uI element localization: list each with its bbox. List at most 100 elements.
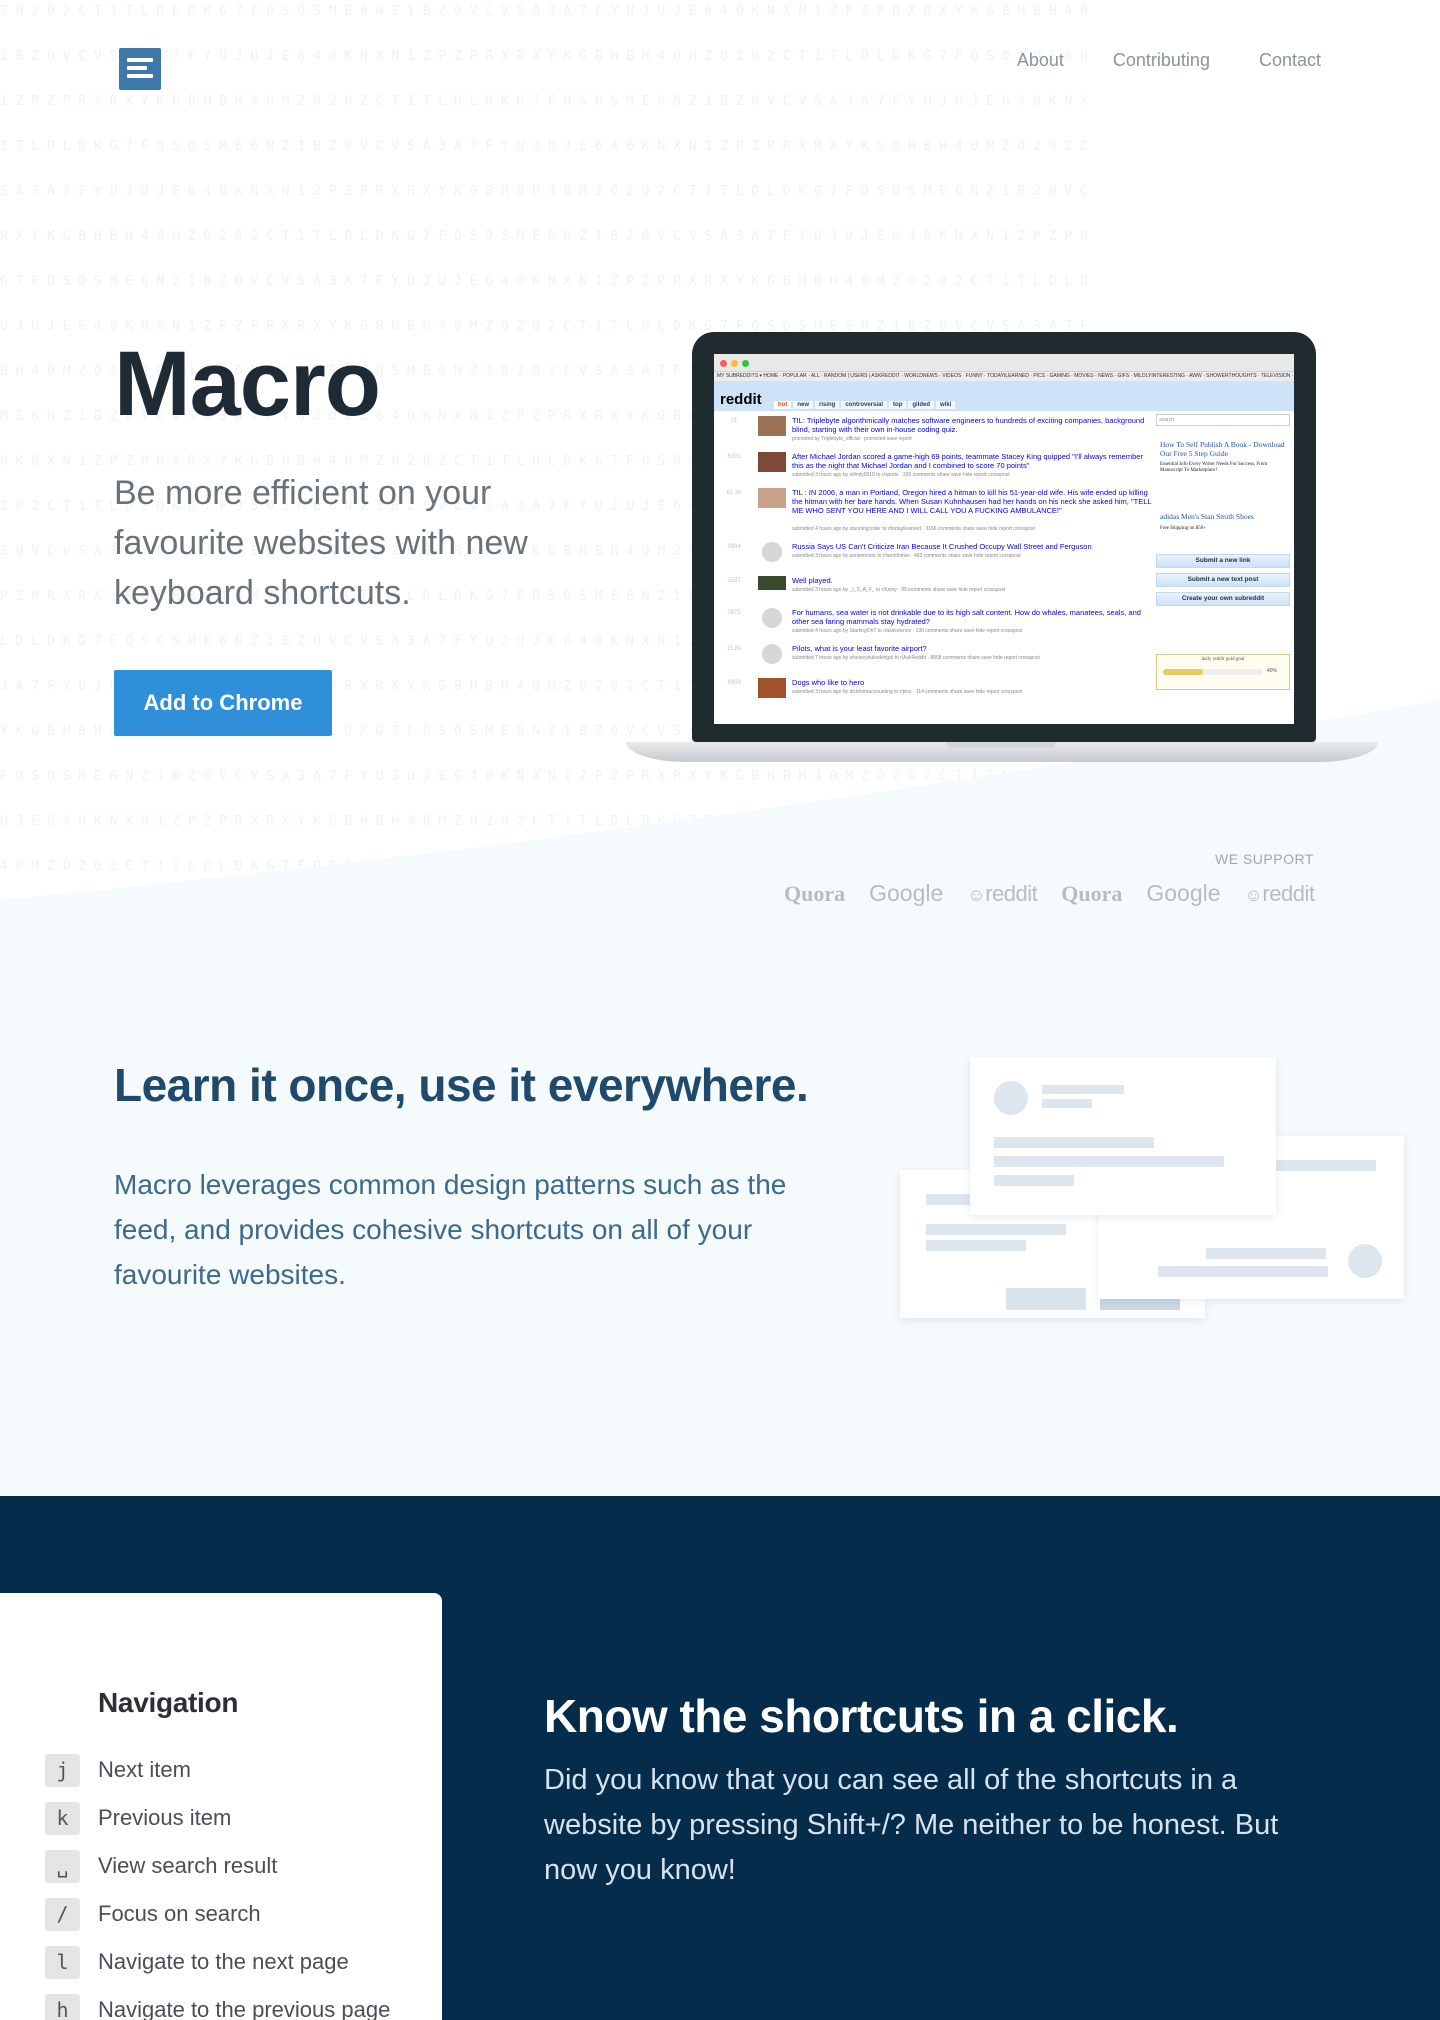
post-meta: submitted 3 hours ago by anniemoore to r…	[792, 553, 1021, 559]
feed-card	[970, 1057, 1276, 1215]
link-thumbnail-icon	[762, 542, 782, 562]
post-rank: 61.3k	[726, 490, 742, 496]
reddit-wordmark: reddit	[985, 881, 1038, 906]
post-rank: 4959	[727, 680, 741, 686]
post-meta: submitted 3 hours ago by dickfromaccount…	[792, 689, 1023, 695]
laptop-base	[626, 742, 1378, 762]
learn-once-heading: Learn it once, use it everywhere.	[114, 1059, 809, 1111]
laptop-screen: MY SUBREDDITS ▾ HOME · POPULAR · ALL · R…	[714, 354, 1294, 724]
shortcut-description: View search result	[98, 1853, 278, 1878]
shortcuts-panel: Navigation j Next item k Previous item ␣…	[0, 1593, 442, 2020]
minimize-dot-icon	[731, 360, 738, 367]
reddit-tab: gilded	[908, 401, 935, 409]
hero-subtitle: Be more efficient on your favourite webs…	[114, 474, 528, 612]
placeholder-bar	[994, 1175, 1074, 1186]
placeholder-bar	[1042, 1099, 1092, 1108]
gold-progress-fill	[1163, 669, 1203, 675]
shortcut-row: / Focus on search	[45, 1897, 261, 1931]
shortcut-row: h Navigate to the previous page	[45, 1993, 390, 2020]
shortcut-row: l Navigate to the next page	[45, 1945, 349, 1979]
close-dot-icon	[720, 360, 727, 367]
reddit-tab: hot	[774, 401, 792, 409]
key-cap: j	[45, 1753, 80, 1787]
reddit-sidebar: search How To Self Publish A Book - Down…	[1156, 414, 1290, 720]
shortcut-description: Next item	[98, 1757, 191, 1782]
shortcut-description: Navigate to the next page	[98, 1949, 349, 1974]
nav-about-link[interactable]: About	[1017, 50, 1064, 71]
key-cap: /	[45, 1897, 80, 1931]
laptop-mockup: MY SUBREDDITS ▾ HOME · POPULAR · ALL · R…	[626, 332, 1378, 764]
gold-progress-track	[1163, 669, 1263, 675]
we-support-label: WE SUPPORT	[1215, 851, 1314, 867]
post-meta: submitted 4 hours ago by StartingOnT to …	[792, 628, 1023, 634]
post-meta: submitted 3 hours ago by _I_S_A_F_ to r/…	[792, 587, 1006, 593]
add-to-chrome-button[interactable]: Add to Chrome	[114, 670, 332, 736]
key-cap: ␣	[45, 1849, 80, 1883]
text-thumbnail-icon	[762, 608, 782, 628]
placeholder-bar	[1206, 1248, 1326, 1259]
shortcuts-text: Did you know that you can see all of the…	[544, 1764, 1279, 1886]
nav-contact-link[interactable]: Contact	[1259, 50, 1321, 71]
shortcut-row: k Previous item	[45, 1801, 231, 1835]
shortcut-row: j Next item	[45, 1753, 191, 1787]
shortcut-row: ␣ View search result	[45, 1849, 277, 1883]
reddit-alien-icon: ☺	[967, 885, 986, 905]
reddit-logo: ☺reddit	[967, 881, 1037, 907]
placeholder-bar	[1276, 1160, 1376, 1171]
post-title: After Michael Jordan scored a game-high …	[792, 452, 1143, 470]
shortcut-description: Focus on search	[98, 1901, 261, 1926]
ad2-text: Free Shipping on $50+	[1160, 526, 1207, 531]
post-thumbnail	[758, 678, 786, 698]
reddit-wordmark: reddit	[1262, 881, 1315, 906]
post-title: Russia Says US Can't Criticize Iran Beca…	[792, 542, 1092, 551]
post-thumbnail	[758, 488, 786, 508]
top-nav: About Contributing Contact	[1017, 50, 1321, 71]
learn-once-section: Learn it once, use it everywhere. Macro …	[0, 960, 1440, 1496]
reddit-tab: top	[889, 401, 907, 409]
quora-logo: Quora	[1061, 881, 1123, 906]
post-rank: 3587	[727, 578, 741, 584]
post-rank: 3975	[727, 610, 741, 616]
key-cap: h	[45, 1993, 80, 2020]
key-cap: k	[45, 1801, 80, 1835]
nav-contributing-link[interactable]: Contributing	[1113, 50, 1210, 71]
post-meta: submitted 3 hours ago by infinity0010 to…	[792, 472, 1010, 478]
gold-goal-box: daily reddit gold goal 40%	[1156, 654, 1290, 690]
post-rank: 8101	[727, 454, 741, 460]
reddit-tab: new	[793, 401, 813, 409]
reddit-search-input: search	[1156, 414, 1290, 426]
placeholder-bar	[994, 1156, 1224, 1167]
reddit-tabs: hot new rising controversial top gilded …	[774, 401, 956, 409]
post-title: TIL : IN 2006, a man in Portland, Oregon…	[792, 488, 1152, 515]
reddit-header: reddit hot new rising controversial top …	[714, 381, 1294, 411]
reddit-tab: rising	[815, 401, 840, 409]
post-title: Pilots, what is your least favorite airp…	[792, 644, 927, 653]
supported-sites-logos: Quora Google ☺reddit Quora Google ☺reddi…	[784, 880, 1338, 907]
post-thumbnail	[758, 416, 786, 436]
post-title: Well played.	[792, 576, 833, 585]
create-subreddit-button: Create your own subreddit	[1156, 592, 1290, 606]
text-thumbnail-icon	[762, 644, 782, 664]
placeholder-bar	[994, 1137, 1154, 1148]
placeholder-button	[1006, 1288, 1086, 1310]
key-cap: l	[45, 1945, 80, 1979]
post-meta: submitted 4 hours ago by stunningcoder t…	[792, 526, 1035, 532]
shortcuts-section: Navigation j Next item k Previous item ␣…	[0, 1496, 1440, 2020]
avatar-placeholder	[1348, 1244, 1382, 1278]
browser-titlebar	[714, 354, 1294, 372]
submit-text-button: Submit a new text post	[1156, 573, 1290, 587]
post-thumbnail	[758, 452, 786, 472]
shortcut-description: Previous item	[98, 1805, 232, 1830]
post-rank: 11.8k	[726, 646, 742, 652]
reddit-logo: ☺reddit	[1245, 881, 1315, 907]
macro-logo-icon[interactable]	[119, 48, 161, 90]
post-meta: promoted by Triplebyte_official · promot…	[792, 436, 912, 442]
ad2-title: adidas Men's Stan Smith Shoes	[1160, 512, 1254, 521]
shortcuts-panel-heading: Navigation	[98, 1687, 239, 1718]
maximize-dot-icon	[742, 360, 749, 367]
ad-text: Essential Info Every Writer Needs For Su…	[1160, 462, 1268, 473]
gold-goal-percent: 40%	[1267, 668, 1278, 674]
reddit-logo: reddit	[720, 391, 762, 408]
ad-title: How To Self Publish A Book - Download Ou…	[1160, 440, 1285, 458]
google-logo: Google	[869, 880, 944, 906]
